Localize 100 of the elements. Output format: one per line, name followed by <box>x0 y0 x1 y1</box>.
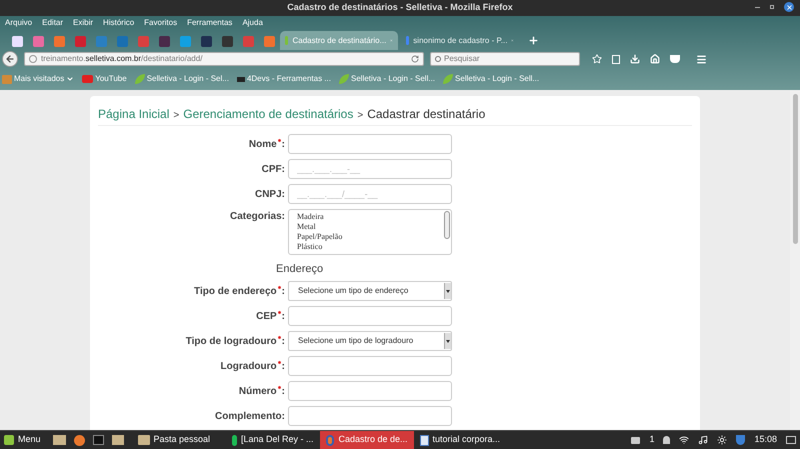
terminal-icon[interactable] <box>92 435 104 445</box>
start-menu-button[interactable]: Menu <box>0 433 45 447</box>
download-icon[interactable] <box>630 54 640 64</box>
page-scrollbar[interactable] <box>790 90 800 430</box>
menu-item[interactable]: Arquivo <box>5 17 32 29</box>
bookmark-item[interactable]: 4Devs - Ferramentas ... <box>236 73 331 85</box>
field-label: Categorias <box>230 210 282 224</box>
site-icon[interactable] <box>12 36 23 46</box>
wifi-icon[interactable] <box>679 435 690 445</box>
select-dropdown[interactable]: Selecione um tipo de logradouro <box>288 331 452 351</box>
input-field[interactable] <box>288 306 452 326</box>
breadcrumb-separator: > <box>173 110 180 121</box>
menu-icon[interactable] <box>696 54 707 64</box>
label-colon: : <box>282 410 285 424</box>
menu-item[interactable]: Editar <box>42 17 64 29</box>
menu-item[interactable]: Favoritos <box>144 17 178 29</box>
folder-icon[interactable] <box>112 435 124 445</box>
required-asterisk-icon <box>276 334 282 340</box>
field-label: Número <box>238 384 277 398</box>
label-colon: : <box>282 162 285 176</box>
browser-tab[interactable]: sinonimo de cadastro - P... <box>401 31 519 50</box>
new-tab-icon[interactable] <box>528 35 539 46</box>
field-label: Tipo de endereço <box>194 284 277 298</box>
close-icon[interactable] <box>784 2 794 12</box>
label-colon: : <box>282 360 285 374</box>
bookmark-item[interactable]: Mais visitados <box>2 73 74 85</box>
url-field[interactable]: treinamento.selletiva.com.br/destinatario/add/ <box>24 52 424 66</box>
bookmark-item[interactable]: Selletiva - Login - Sell... <box>338 73 436 85</box>
section-heading: Endereço <box>276 263 324 275</box>
window-title: Cadastro de destinatários - Selletiva - Mozilla Firefox <box>287 1 513 14</box>
list-option[interactable]: Papel/Papelão <box>297 232 443 242</box>
list-option[interactable]: Plástico <box>297 242 443 252</box>
required-asterisk-icon <box>276 138 282 142</box>
field-label: CNPJ <box>254 188 282 202</box>
home-icon[interactable] <box>650 54 660 64</box>
chat-icon[interactable] <box>631 436 640 444</box>
browser-icon[interactable] <box>74 434 85 446</box>
input-field[interactable]: __.___.___/____-__ <box>288 184 452 204</box>
back-icon[interactable] <box>2 51 18 67</box>
taskbar-window[interactable]: Cadastro de de... <box>320 431 414 449</box>
dev-icon <box>236 76 245 82</box>
favicon-icon <box>285 36 288 45</box>
required-asterisk-icon <box>276 310 282 314</box>
favicon-icon <box>406 36 410 45</box>
taskbar-window[interactable]: tutorial corpora... <box>414 431 508 449</box>
document-icon <box>420 434 429 446</box>
input-field[interactable] <box>288 356 452 376</box>
field-label: Complemento <box>214 410 282 424</box>
taskbar-window[interactable]: [Lana Del Rey - ... <box>226 431 320 449</box>
minimize-icon[interactable] <box>755 6 760 8</box>
breadcrumb-link[interactable]: Gerenciamento de destinatários <box>183 107 354 121</box>
user-icon[interactable] <box>663 436 670 444</box>
star-icon[interactable] <box>592 54 602 64</box>
list-option[interactable]: Madeira <box>297 212 443 222</box>
info-icon[interactable] <box>29 55 37 63</box>
leaf-icon <box>443 74 454 84</box>
required-asterisk-icon <box>276 284 282 290</box>
mint-logo-icon <box>4 435 14 445</box>
url-text: treinamento.selletiva.com.br/destinatario/add/ <box>41 53 204 65</box>
required-asterisk-icon <box>276 360 282 364</box>
label-colon: : <box>282 334 285 348</box>
clock: 15:08 <box>754 433 777 446</box>
menu-item[interactable]: Histórico <box>103 17 134 29</box>
label-colon: : <box>282 210 285 224</box>
search-field[interactable]: Pesquisar <box>430 52 580 66</box>
taskbar-window[interactable]: Pasta pessoal <box>132 431 226 449</box>
list-option[interactable]: Metal <box>297 222 443 232</box>
folder-icon <box>2 74 12 84</box>
site-icon[interactable] <box>222 36 233 46</box>
input-field[interactable] <box>288 406 452 426</box>
desktop-icon[interactable] <box>786 436 796 444</box>
menu-item[interactable]: Exibir <box>73 17 94 29</box>
breadcrumb-link[interactable]: Página Inicial <box>98 107 170 121</box>
field-label: CPF <box>262 162 282 176</box>
reload-icon[interactable] <box>411 55 419 63</box>
maximize-icon[interactable] <box>770 5 774 9</box>
input-field[interactable] <box>288 134 452 154</box>
bookmark-item[interactable]: YouTube <box>82 73 127 85</box>
folder-icon <box>138 435 150 445</box>
menu-item[interactable]: Ferramentas <box>187 17 232 29</box>
scrollbar[interactable] <box>444 211 450 239</box>
shield-icon[interactable] <box>736 435 746 445</box>
clipboard-icon[interactable] <box>612 54 620 64</box>
input-field[interactable] <box>288 381 452 401</box>
input-field[interactable]: ___.___.___-__ <box>288 159 452 179</box>
select-dropdown[interactable]: Selecione um tipo de endereço <box>288 281 452 301</box>
field-label: Logradouro <box>220 360 277 374</box>
breadcrumb-separator: > <box>357 110 364 121</box>
label-colon: : <box>282 188 285 202</box>
site-icon[interactable] <box>159 36 170 46</box>
music-note-icon[interactable] <box>698 435 708 445</box>
bookmark-item[interactable]: Selletiva - Login - Sel... <box>134 73 229 85</box>
field-label: CEP <box>256 310 277 324</box>
listbox[interactable]: Madeira Metal Papel/Papelão Plástico <box>288 209 452 255</box>
bookmark-item[interactable]: Selletiva - Login - Sell... <box>443 73 540 85</box>
brightness-icon[interactable] <box>717 435 728 445</box>
search-icon <box>435 56 441 62</box>
site-icon[interactable] <box>201 36 212 46</box>
menu-item[interactable]: Ajuda <box>242 17 263 29</box>
folder-icon[interactable] <box>52 435 66 445</box>
